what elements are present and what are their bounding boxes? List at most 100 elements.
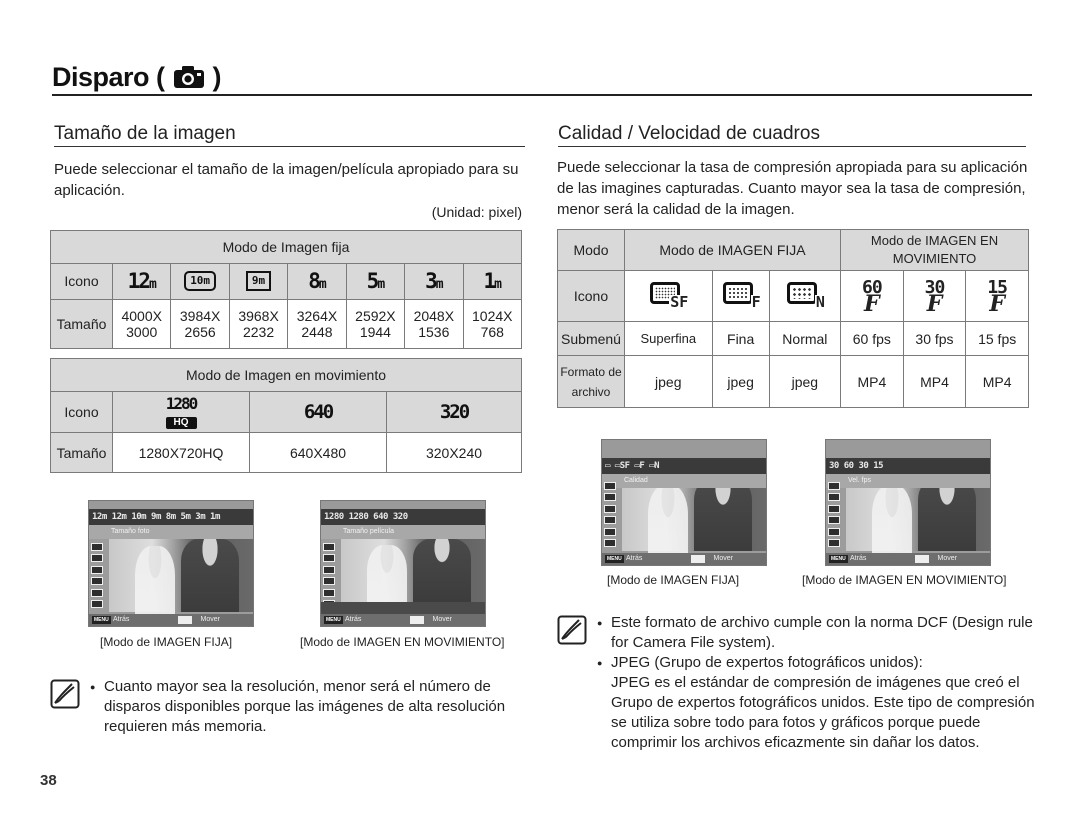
notes-format: Este formato de archivo cumple con la no… xyxy=(597,613,1037,753)
camera-screen-still-quality: ▭ ▭SF ▭F ▭N Calidad MENU Atrás Mover xyxy=(601,439,767,566)
screen-caption: [Modo de IMAGEN EN MOVIMIENTO] xyxy=(300,635,505,649)
screen-caption: [Modo de IMAGEN FIJA] xyxy=(100,635,233,649)
1280hq-icon: 1280 HQ xyxy=(112,391,250,433)
back-label: Atrás xyxy=(345,616,362,623)
30fps-icon: 30 F xyxy=(902,270,967,322)
9m-wide-icon: 9m xyxy=(228,263,289,300)
back-label: Atrás xyxy=(113,616,130,623)
screen-caption: [Modo de IMAGEN FIJA] xyxy=(607,573,740,587)
section-title-quality: Calidad / Velocidad de cuadros xyxy=(558,123,1026,147)
section-title-image-size: Tamaño de la imagen xyxy=(54,123,525,147)
format-cell: MP4 xyxy=(965,355,1029,408)
size-cell: 3264X 2448 xyxy=(287,298,347,350)
quality-intro: Puede seleccionar la tasa de compresión … xyxy=(557,159,1028,218)
note-item: JPEG (Grupo de expertos fotográficos uni… xyxy=(597,653,1037,673)
submenu-cell: Superfina xyxy=(624,321,713,356)
back-label: Atrás xyxy=(626,555,643,562)
normal-icon: N xyxy=(768,270,842,322)
screen-size-options: 12m 12m 10m 9m 8m 5m 3m 1m xyxy=(89,509,253,525)
size-cell: 1280X720HQ xyxy=(112,432,250,473)
size-cell: 1024X 768 xyxy=(462,298,523,350)
screen-menu-label: Vel. fps xyxy=(826,474,990,488)
fine-icon: F xyxy=(711,270,770,322)
movie-size-table: Modo de Imagen en movimiento Icono 1280 … xyxy=(50,358,522,473)
size-cell: 3984X 2656 xyxy=(170,298,230,350)
still-table-header: Modo de Imagen fija xyxy=(50,229,522,265)
move-label: Mover xyxy=(713,555,733,562)
8m-icon: 8m xyxy=(287,263,347,300)
row-label-size: Tamaño xyxy=(50,432,113,473)
screen-side-icons xyxy=(323,541,339,610)
note-detail: JPEG es el estándar de compresión de imá… xyxy=(611,674,1035,751)
format-cell: jpeg xyxy=(624,355,713,408)
still-size-table: Modo de Imagen fija Icono 12m 10m 9m 8m … xyxy=(50,229,523,350)
quality-table: Modo Modo de IMAGEN FIJA Modo de IMAGEN … xyxy=(557,229,1029,408)
page-title-close: ) xyxy=(212,62,222,92)
format-cell: MP4 xyxy=(840,355,904,408)
dpad-icon xyxy=(690,555,705,563)
row-label-format: Formato de archivo xyxy=(557,355,625,408)
note-icon xyxy=(50,679,80,709)
screen-quality-options: ▭ ▭SF ▭F ▭N xyxy=(602,458,766,474)
page-title: Disparo ( ) xyxy=(52,62,1032,96)
12m-icon: 12m xyxy=(111,263,172,300)
screen-menu-label: Tamaño película xyxy=(321,525,485,539)
format-cell: jpeg xyxy=(711,355,770,408)
dpad-icon xyxy=(409,616,424,624)
submenu-cell: 15 fps xyxy=(965,321,1029,356)
5m-icon: 5m xyxy=(345,263,406,300)
superfine-icon: SF xyxy=(624,270,713,322)
screen-caption: [Modo de IMAGEN EN MOVIMIENTO] xyxy=(802,573,1007,587)
row-label-icon: Icono xyxy=(50,391,113,433)
size-cell: 3968X 2232 xyxy=(228,298,289,350)
screen-size-options: 1280 1280 640 320 xyxy=(321,509,485,525)
camera-screen-movie-fps: 30 60 30 15 Vel. fps MENU Atrás Mover xyxy=(825,439,991,566)
3m-icon: 3m xyxy=(404,263,464,300)
camera-icon xyxy=(173,65,205,89)
image-size-intro: Puede seleccionar el tamaño de la imagen… xyxy=(54,161,519,199)
camera-screen-still-size: 12m 12m 10m 9m 8m 5m 3m 1m Tamaño foto M… xyxy=(88,500,254,627)
screen-fps-options: 30 60 30 15 xyxy=(826,458,990,474)
dpad-icon xyxy=(914,555,929,563)
60fps-icon: 60 F xyxy=(840,270,904,322)
size-cell: 2048X 1536 xyxy=(404,298,464,350)
screen-menu-label: Tamaño foto xyxy=(89,525,253,539)
back-label: Atrás xyxy=(850,555,867,562)
row-label-icon: Icono xyxy=(557,270,625,322)
note-icon xyxy=(557,615,587,645)
10m-wide-icon: 10m xyxy=(170,263,230,300)
format-cell: MP4 xyxy=(902,355,967,408)
mode-label: Modo xyxy=(557,229,625,271)
row-label-size: Tamaño xyxy=(50,298,113,350)
move-label: Mover xyxy=(432,616,452,623)
note-item: Este formato de archivo cumple con la no… xyxy=(597,613,1037,653)
size-cell: 2592X 1944 xyxy=(345,298,406,350)
unit-label: (Unidad: pixel) xyxy=(431,204,522,220)
menu-button-icon: MENU xyxy=(324,616,343,624)
page-title-text: Disparo ( xyxy=(52,62,165,92)
camera-screen-movie-size: 1280 1280 640 320 Tamaño película MENU A… xyxy=(320,500,486,627)
submenu-cell: Normal xyxy=(768,321,842,356)
still-mode-header: Modo de IMAGEN FIJA xyxy=(623,229,842,271)
format-cell: jpeg xyxy=(768,355,842,408)
note-resolution: Cuanto mayor sea la resolución, menor se… xyxy=(90,677,520,737)
page-number: 38 xyxy=(40,772,57,789)
screen-menu-label: Calidad xyxy=(602,474,766,488)
menu-button-icon: MENU xyxy=(829,555,848,563)
size-cell: 640X480 xyxy=(249,432,387,473)
size-cell: 4000X 3000 xyxy=(111,298,172,350)
move-label: Mover xyxy=(200,616,220,623)
note-item: Cuanto mayor sea la resolución, menor se… xyxy=(90,677,520,737)
movie-table-header: Modo de Imagen en movimiento xyxy=(50,358,522,392)
row-label-submenu: Submenú xyxy=(557,321,625,356)
screen-side-icons xyxy=(91,541,107,610)
submenu-cell: 30 fps xyxy=(902,321,967,356)
menu-button-icon: MENU xyxy=(92,616,111,624)
move-label: Mover xyxy=(937,555,957,562)
movie-mode-header: Modo de IMAGEN EN MOVIMIENTO xyxy=(840,229,1029,271)
1m-icon: 1m xyxy=(462,263,523,300)
menu-button-icon: MENU xyxy=(605,555,624,563)
dpad-icon xyxy=(177,616,192,624)
screen-side-icons xyxy=(828,480,844,549)
320-icon: 320 xyxy=(386,391,522,433)
